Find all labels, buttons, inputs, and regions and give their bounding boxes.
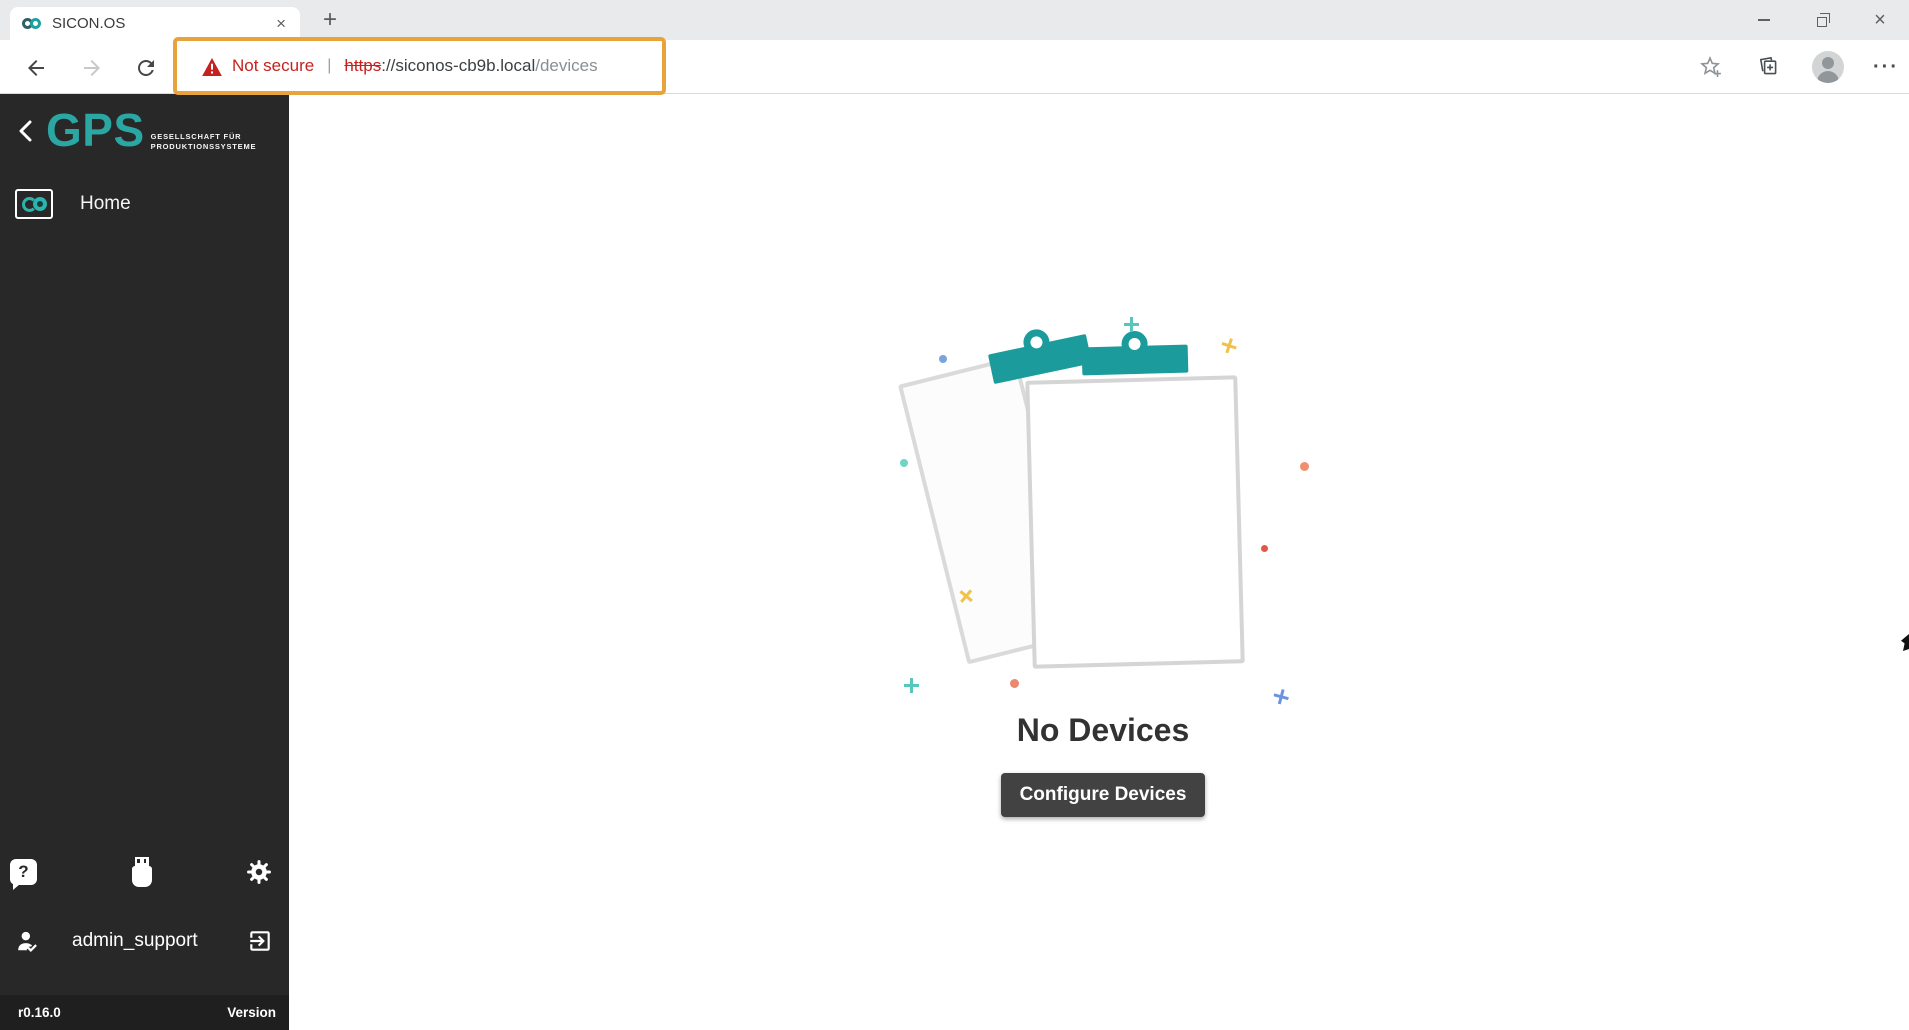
url-path: /devices <box>535 56 597 76</box>
sidebar-item-label: Home <box>80 193 131 215</box>
home-co-icon <box>15 189 53 219</box>
collections-icon[interactable] <box>1756 54 1780 78</box>
gps-logo-subtitle-line2: PRODUKTIONSSYSTEME <box>151 142 257 151</box>
browser-tab[interactable]: SICON.OS × <box>10 7 300 40</box>
main-content: No Devices Configure Devices <box>289 94 1909 1030</box>
tab-title: SICON.OS <box>52 15 274 32</box>
browser-window: SICON.OS × + × Not secure | https://sico… <box>0 0 1909 1030</box>
gps-logo-subtitle-line1: GESELLSCHAFT FÜR <box>151 132 242 141</box>
sidebar-item-home[interactable]: Home <box>0 180 289 228</box>
gps-logo: GPS <box>46 110 145 151</box>
confetti-star <box>1220 336 1236 352</box>
confetti-dot <box>939 355 947 363</box>
restore-button[interactable] <box>1793 0 1851 40</box>
minimize-icon <box>1758 19 1770 21</box>
app-favicon-icon <box>22 17 42 30</box>
refresh-icon[interactable] <box>134 56 158 80</box>
back-icon[interactable] <box>24 56 48 80</box>
avatar-body <box>1817 71 1839 83</box>
empty-state: No Devices Configure Devices <box>823 300 1383 817</box>
usb-icon[interactable] <box>131 857 153 887</box>
clip-ring <box>1121 331 1148 358</box>
restore-icon <box>1817 17 1827 27</box>
not-secure-label[interactable]: Not secure <box>232 56 314 76</box>
clipboard-front <box>1025 375 1244 668</box>
url-host: ://siconos-cb9b.local <box>381 56 535 76</box>
forward-icon <box>80 56 104 80</box>
version-label: Version <box>227 1005 276 1020</box>
confetti-dot <box>900 459 908 467</box>
favorites-star-icon[interactable] <box>1698 54 1722 78</box>
confetti-star <box>1273 688 1289 704</box>
address-bar[interactable]: Not secure | https://siconos-cb9b.local/… <box>173 37 666 95</box>
empty-state-title: No Devices <box>823 712 1383 749</box>
configure-devices-button[interactable]: Configure Devices <box>1001 773 1206 817</box>
app-sidebar: GPS GESELLSCHAFT FÜR PRODUKTIONSSYSTEME … <box>0 94 289 1030</box>
warning-triangle-icon <box>202 58 222 76</box>
more-menu-icon[interactable]: ··· <box>1866 53 1906 81</box>
clipboard-clip-front <box>1082 345 1189 376</box>
confetti-dot <box>1010 679 1019 688</box>
username-label: admin_support <box>72 930 247 952</box>
gear-icon[interactable] <box>246 859 272 885</box>
version-bar: r0.16.0 Version <box>0 995 289 1030</box>
tab-close-icon[interactable]: × <box>274 14 288 34</box>
version-value: r0.16.0 <box>18 1005 61 1020</box>
collapse-chevron-icon[interactable] <box>16 118 36 144</box>
new-tab-button[interactable]: + <box>316 6 344 34</box>
logout-icon[interactable] <box>247 928 273 954</box>
user-check-icon <box>14 928 42 954</box>
gps-logo-subtitle: GESELLSCHAFT FÜR PRODUKTIONSSYSTEME <box>151 132 257 152</box>
profile-avatar[interactable] <box>1812 51 1844 83</box>
empty-state-illustration <box>823 300 1383 700</box>
confetti-plus <box>1124 317 1139 332</box>
clipboard-clip-back <box>988 334 1092 384</box>
url-protocol: https <box>344 56 381 76</box>
confetti-dot <box>1261 545 1268 552</box>
help-icon[interactable]: ? <box>10 859 37 885</box>
avatar-head <box>1822 57 1834 69</box>
sidebar-tools: ? <box>0 852 289 892</box>
confetti-dot <box>1300 462 1309 471</box>
window-close-button[interactable]: × <box>1851 0 1909 40</box>
window-controls: × <box>1735 0 1909 40</box>
address-separator: | <box>327 57 331 75</box>
sidebar-header: GPS GESELLSCHAFT FÜR PRODUKTIONSSYSTEME <box>0 94 289 168</box>
confetti-plus <box>904 678 919 693</box>
minimize-button[interactable] <box>1735 0 1793 40</box>
clip-ring <box>1021 327 1052 358</box>
tab-strip: SICON.OS × + × <box>0 0 1909 40</box>
user-row[interactable]: admin_support <box>0 919 289 963</box>
